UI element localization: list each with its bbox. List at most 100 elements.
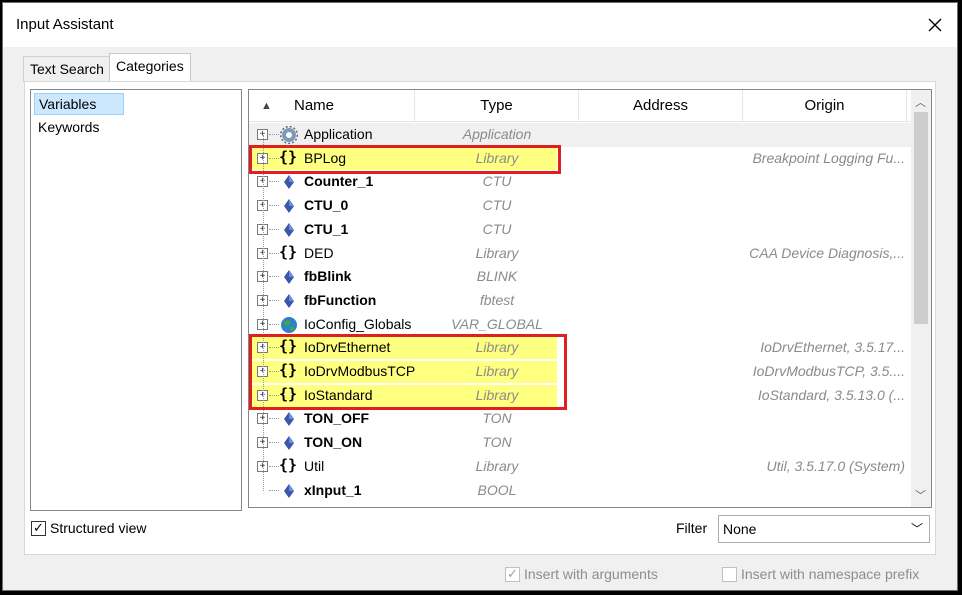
row-origin: IoDrvModbusTCP, 3.5....	[752, 363, 905, 379]
row-name: xInput_1	[304, 481, 362, 498]
checkbox-check-icon: ✓	[31, 520, 46, 536]
highlight-box-io-libraries	[249, 334, 567, 410]
tab-text-search[interactable]: Text Search	[23, 56, 111, 82]
row-type: Library	[475, 244, 519, 261]
row-name: IoConfig_Globals	[304, 315, 412, 332]
instance-icon	[280, 268, 298, 286]
row-name: TON_OFF	[304, 410, 370, 427]
tree-row[interactable]: xInput_1 BOOL	[249, 479, 911, 503]
filter-value: None	[723, 521, 757, 537]
filter-label: Filter	[676, 520, 708, 536]
row-type: VAR_GLOBAL	[451, 315, 543, 332]
tree-connector	[269, 228, 279, 230]
instance-icon	[280, 482, 298, 500]
structured-view-checkbox[interactable]: ✓ Structured view	[31, 520, 146, 536]
checkbox-empty-icon	[722, 566, 737, 582]
tree-connector	[263, 135, 264, 491]
highlight-box-bplog	[249, 145, 561, 174]
insert-with-arguments-label: Insert with arguments	[524, 566, 658, 582]
column-origin[interactable]: Origin	[743, 90, 907, 122]
row-origin: IoDrvEthernet, 3.5.17...	[760, 339, 905, 356]
column-type[interactable]: Type	[415, 90, 579, 122]
insert-with-arguments-checkbox[interactable]: ✓ Insert with arguments	[505, 566, 658, 582]
row-type: fbtest	[479, 291, 515, 308]
title-bar: Input Assistant	[3, 3, 957, 47]
tree-connector	[269, 323, 279, 325]
braces-icon: {}	[279, 242, 298, 261]
row-origin: IoStandard, 3.5.13.0 (...	[757, 386, 905, 403]
vertical-scrollbar[interactable]: ︿ ﹀	[911, 90, 931, 507]
column-address[interactable]: Address	[579, 90, 743, 122]
filter-dropdown[interactable]: None ﹀	[718, 515, 930, 543]
row-name: DED	[304, 244, 334, 261]
tree-connector	[269, 489, 279, 491]
tree-row[interactable]: + CTU_1 CTU	[249, 218, 911, 242]
row-type: TON	[482, 410, 512, 427]
close-icon	[928, 18, 942, 32]
tree-connector	[269, 418, 279, 420]
close-button[interactable]	[921, 11, 949, 39]
row-name: fbFunction	[304, 291, 377, 308]
tree-connector	[269, 465, 279, 467]
tree-row[interactable]: + TON_OFF TON	[249, 407, 911, 431]
insert-with-namespace-label: Insert with namespace prefix	[741, 566, 920, 582]
column-name-label: Name	[294, 97, 335, 114]
chevron-down-icon: ﹀	[910, 522, 923, 536]
column-name[interactable]: ▲ Name	[249, 90, 415, 122]
tree-row[interactable]: +{} DED Library CAA Device Diagnosis,...	[249, 242, 911, 266]
tree-row[interactable]: + fbBlink BLINK	[249, 265, 911, 289]
row-name: Application	[304, 126, 373, 142]
instance-icon	[280, 221, 298, 239]
row-name: Util	[304, 457, 325, 474]
insert-with-namespace-checkbox[interactable]: Insert with namespace prefix	[722, 566, 919, 582]
tree-connector	[269, 299, 279, 301]
row-type: BLINK	[476, 268, 518, 285]
tree-row[interactable]: + TON_ON TON	[249, 431, 911, 455]
category-keywords[interactable]: Keywords	[34, 117, 103, 139]
instance-icon	[280, 292, 298, 310]
braces-icon: {}	[279, 455, 298, 474]
tree-row[interactable]: + fbFunction fbtest	[249, 289, 911, 313]
tree-connector	[269, 276, 279, 278]
tree-connector	[269, 205, 279, 207]
checkbox-check-icon: ✓	[505, 566, 520, 582]
category-list[interactable]: Variables Keywords	[30, 89, 242, 511]
dialog-title: Input Assistant	[16, 16, 114, 33]
row-type: CTU	[482, 197, 512, 214]
scroll-up-icon[interactable]: ︿	[915, 94, 926, 110]
tree-row[interactable]: + IoConfig_Globals VAR_GLOBAL	[249, 313, 911, 337]
scroll-down-icon[interactable]: ﹀	[915, 487, 926, 503]
row-type: CTU	[482, 173, 512, 190]
tree-row[interactable]: +{} Util Library Util, 3.5.17.0 (System)	[249, 455, 911, 479]
row-origin: Util, 3.5.17.0 (System)	[766, 457, 906, 474]
row-name: CTU_0	[304, 197, 349, 214]
tab-categories[interactable]: Categories	[109, 53, 191, 83]
tree-connector	[269, 442, 279, 444]
row-type: BOOL	[477, 481, 517, 498]
row-origin: Breakpoint Logging Fu...	[752, 149, 905, 166]
row-name: CTU_1	[304, 220, 349, 237]
row-name: Counter_1	[304, 173, 374, 190]
category-variables[interactable]: Variables	[34, 93, 124, 115]
instance-icon	[280, 434, 298, 452]
structured-view-label: Structured view	[50, 520, 147, 536]
globe-icon	[280, 316, 298, 334]
gear-icon	[279, 125, 299, 145]
tree-connector	[269, 252, 279, 254]
instance-icon	[280, 410, 298, 428]
row-type: Library	[475, 457, 519, 474]
row-type: CTU	[482, 220, 512, 237]
row-type: Application	[462, 126, 532, 142]
tree-connector	[269, 181, 279, 183]
row-type: TON	[482, 434, 512, 451]
tree-connector	[269, 134, 279, 135]
sort-ascending-icon: ▲	[261, 100, 272, 112]
instance-icon	[280, 173, 298, 191]
filter-label-row: Filter	[676, 520, 707, 536]
row-origin: CAA Device Diagnosis,...	[749, 244, 905, 261]
row-name: TON_ON	[304, 434, 363, 451]
scrollbar-thumb[interactable]	[914, 112, 928, 324]
tree-row[interactable]: + CTU_0 CTU	[249, 194, 911, 218]
tree-row[interactable]: + Application Application	[249, 123, 911, 147]
column-header: ▲ Name Type Address Origin	[249, 90, 911, 122]
